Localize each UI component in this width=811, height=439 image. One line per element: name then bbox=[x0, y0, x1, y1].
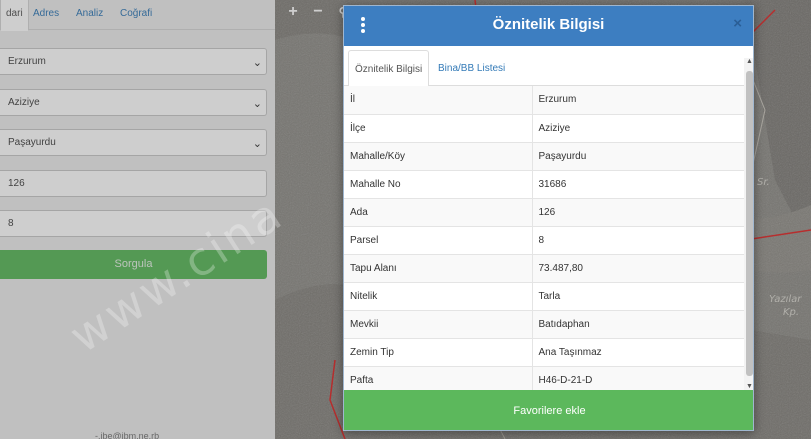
map-label: Sr. bbox=[757, 177, 770, 188]
attribute-value: Paşayurdu bbox=[532, 142, 744, 171]
attribute-key: Mevkii bbox=[344, 310, 533, 339]
scrollbar[interactable]: ▲ ▼ bbox=[744, 58, 753, 390]
table-row: Zemin Tip Ana Taşınmaz bbox=[344, 338, 744, 367]
attribute-key: Parsel bbox=[344, 226, 533, 255]
chevron-down-icon: ⌄ bbox=[252, 98, 262, 110]
zoom-in-button[interactable]: + bbox=[281, 1, 305, 23]
attribute-value: Erzurum bbox=[532, 86, 744, 115]
table-row: Mahalle No 31686 bbox=[344, 170, 744, 199]
attribute-value: Aziziye bbox=[532, 114, 744, 143]
table-row: Mahalle/Köy Paşayurdu bbox=[344, 142, 744, 171]
tab-building-list[interactable]: Bina/BB Listesi bbox=[432, 50, 511, 86]
parcel-input-value: 8 bbox=[8, 218, 14, 229]
modal-title: Öznitelik Bilgisi bbox=[492, 16, 605, 33]
modal-body: Öznitelik Bilgisi Bina/BB Listesi İl Erzu… bbox=[344, 46, 753, 390]
province-select[interactable]: Erzurum ⌄ bbox=[0, 48, 267, 75]
attribute-key: Mahalle/Köy bbox=[344, 142, 533, 171]
tab-geographic[interactable]: Coğrafi bbox=[115, 0, 157, 30]
modal-tabs: Öznitelik Bilgisi Bina/BB Listesi bbox=[344, 46, 744, 87]
chevron-down-icon: ⌄ bbox=[252, 138, 262, 150]
scroll-up-icon[interactable]: ▲ bbox=[746, 58, 753, 65]
attribute-value: Batıdaphan bbox=[532, 310, 744, 339]
district-select-value: Aziziye bbox=[8, 97, 40, 108]
parcel-input[interactable]: 8 bbox=[0, 210, 267, 237]
district-select[interactable]: Aziziye ⌄ bbox=[0, 89, 267, 116]
block-input-value: 126 bbox=[8, 178, 25, 189]
province-select-value: Erzurum bbox=[8, 56, 46, 67]
attribute-value: 31686 bbox=[532, 170, 744, 199]
footer-text: -.ibe@ibm.ne.rb bbox=[95, 431, 160, 439]
block-input[interactable]: 126 bbox=[0, 170, 267, 197]
attribute-value: 126 bbox=[532, 198, 744, 227]
attribute-key: Nitelik bbox=[344, 282, 533, 311]
tab-analysis[interactable]: Analiz bbox=[71, 0, 108, 30]
table-row: Ada 126 bbox=[344, 198, 744, 227]
attribute-value: Ana Taşınmaz bbox=[532, 338, 744, 367]
table-row: Tapu Alanı 73.487,80 bbox=[344, 254, 744, 283]
tab-parcel[interactable]: dari bbox=[0, 0, 29, 31]
attribute-key: Zemin Tip bbox=[344, 338, 533, 367]
table-row: Parsel 8 bbox=[344, 226, 744, 255]
attribute-key: Tapu Alanı bbox=[344, 254, 533, 283]
neighborhood-select-value: Paşayurdu bbox=[8, 137, 56, 148]
table-row: Pafta H46-D-21-D bbox=[344, 366, 744, 390]
neighborhood-select[interactable]: Paşayurdu ⌄ bbox=[0, 129, 267, 156]
tab-address[interactable]: Adres bbox=[28, 0, 64, 30]
scroll-down-icon[interactable]: ▼ bbox=[746, 383, 753, 390]
attribute-value: 8 bbox=[532, 226, 744, 255]
modal-header: Öznitelik Bilgisi × bbox=[344, 6, 753, 46]
table-row: Mevkii Batıdaphan bbox=[344, 310, 744, 339]
table-row: İlçe Aziziye bbox=[344, 114, 744, 143]
chevron-down-icon: ⌄ bbox=[252, 57, 262, 69]
table-row: Nitelik Tarla bbox=[344, 282, 744, 311]
left-panel: dari Adres Analiz Coğrafi Erzurum ⌄ Aziz… bbox=[0, 0, 275, 439]
attribute-value: H46-D-21-D bbox=[532, 366, 744, 390]
attribute-key: Ada bbox=[344, 198, 533, 227]
query-button[interactable]: Sorgula bbox=[0, 250, 267, 279]
add-favorite-button[interactable]: Favorilere ekle bbox=[344, 390, 753, 430]
tab-attribute-info[interactable]: Öznitelik Bilgisi bbox=[348, 50, 430, 87]
attribute-key: İl bbox=[344, 86, 533, 115]
close-icon[interactable]: × bbox=[733, 15, 742, 32]
attribute-key: İlçe bbox=[344, 114, 533, 143]
map-label: Kp. bbox=[783, 307, 800, 318]
attribute-value: 73.487,80 bbox=[532, 254, 744, 283]
left-tabs: dari Adres Analiz Coğrafi bbox=[0, 0, 275, 31]
attribute-key: Pafta bbox=[344, 366, 533, 390]
attribute-table: İl Erzurum İlçe Aziziye Mahalle/Köy Paşayurdu… bbox=[344, 86, 744, 390]
attribute-value: Tarla bbox=[532, 282, 744, 311]
zoom-out-button[interactable]: − bbox=[306, 1, 330, 23]
table-row: İl Erzurum bbox=[344, 86, 744, 115]
attribute-key: Mahalle No bbox=[344, 170, 533, 199]
attribute-modal: Öznitelik Bilgisi × Öznitelik Bilgisi Bi… bbox=[343, 5, 754, 431]
scroll-thumb[interactable] bbox=[746, 71, 753, 376]
map-label: Yazılar bbox=[769, 294, 802, 305]
